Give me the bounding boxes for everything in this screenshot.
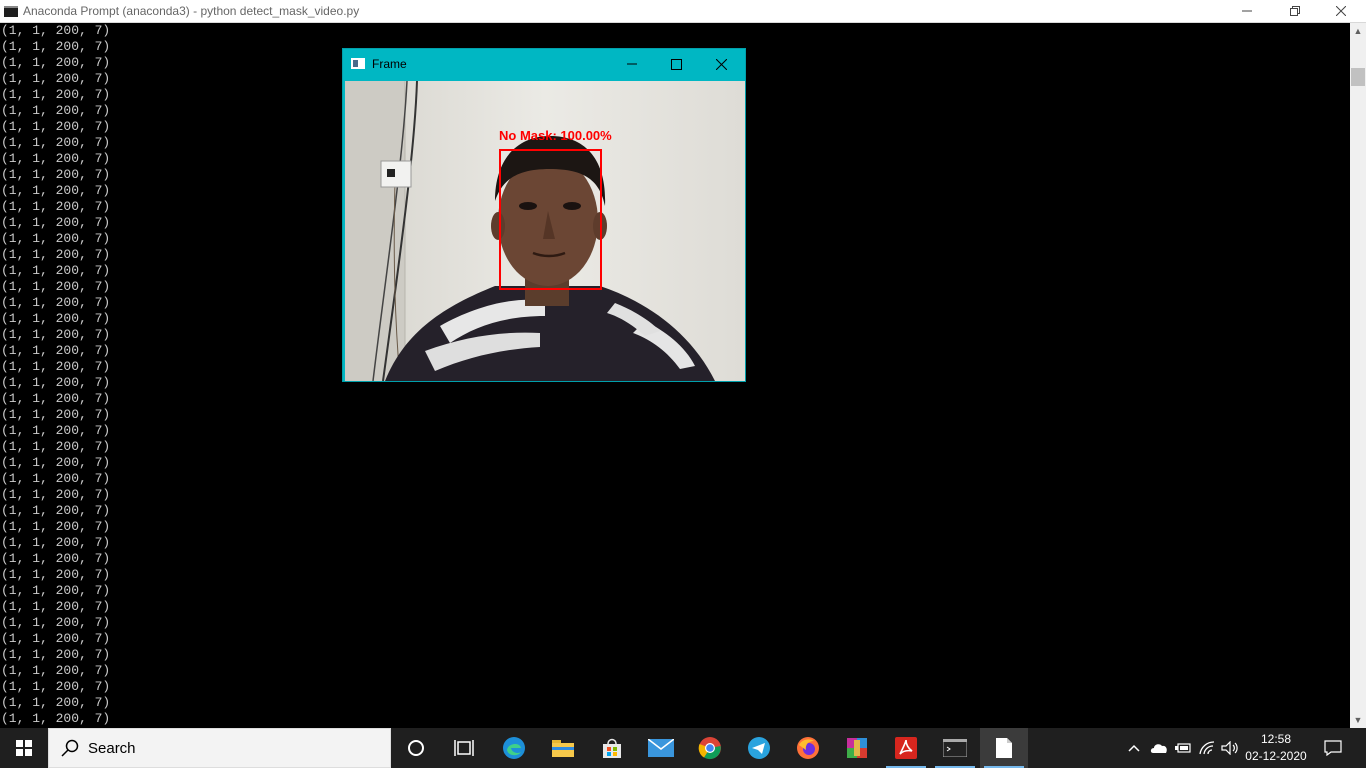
task-view-icon[interactable] xyxy=(440,728,488,768)
console-line: (1, 1, 200, 7) xyxy=(1,23,111,38)
close-button[interactable] xyxy=(1318,0,1364,22)
console-line: (1, 1, 200, 7) xyxy=(1,599,111,614)
taskbar: Search 12:58 02-12-2020 xyxy=(0,728,1366,768)
telegram-icon[interactable] xyxy=(735,728,783,768)
restore-button[interactable] xyxy=(1272,0,1318,22)
firefox-icon[interactable] xyxy=(784,728,832,768)
console-line: (1, 1, 200, 7) xyxy=(1,519,111,534)
search-icon xyxy=(61,739,79,757)
chrome-icon[interactable] xyxy=(686,728,734,768)
chevron-up-icon[interactable] xyxy=(1124,728,1144,768)
cortana-icon[interactable] xyxy=(392,728,440,768)
console-line: (1, 1, 200, 7) xyxy=(1,567,111,582)
console-line: (1, 1, 200, 7) xyxy=(1,615,111,630)
console-window-title: Anaconda Prompt (anaconda3) - python det… xyxy=(23,4,360,18)
opencv-frame-icon[interactable] xyxy=(980,728,1028,768)
edge-icon[interactable] xyxy=(490,728,538,768)
minimize-button[interactable] xyxy=(1224,0,1270,22)
console-line: (1, 1, 200, 7) xyxy=(1,647,111,662)
anaconda-prompt-icon[interactable] xyxy=(931,728,979,768)
console-line: (1, 1, 200, 7) xyxy=(1,471,111,486)
start-button[interactable] xyxy=(0,728,48,768)
console-line: (1, 1, 200, 7) xyxy=(1,631,111,646)
frame-maximize-button[interactable] xyxy=(654,49,699,79)
console-line: (1, 1, 200, 7) xyxy=(1,439,111,454)
console-line: (1, 1, 200, 7) xyxy=(1,663,111,678)
console-line: (1, 1, 200, 7) xyxy=(1,711,111,726)
console-line: (1, 1, 200, 7) xyxy=(1,423,111,438)
taskbar-search-box[interactable]: Search xyxy=(48,728,391,768)
frame-window[interactable]: Frame No Mask: 100.00% xyxy=(342,48,746,382)
console-line: (1, 1, 200, 7) xyxy=(1,695,111,710)
console-line: (1, 1, 200, 7) xyxy=(1,535,111,550)
wifi-icon[interactable] xyxy=(1197,728,1219,768)
file-explorer-icon[interactable] xyxy=(539,728,587,768)
console-line: (1, 1, 200, 7) xyxy=(1,583,111,598)
console-line: (1, 1, 200, 7) xyxy=(1,487,111,502)
console-line: (1, 1, 200, 7) xyxy=(1,407,111,422)
battery-icon[interactable] xyxy=(1172,728,1194,768)
face-bounding-box xyxy=(499,149,602,290)
console-titlebar[interactable]: Anaconda Prompt (anaconda3) - python det… xyxy=(0,0,1366,23)
acrobat-icon[interactable] xyxy=(882,728,930,768)
mail-icon[interactable] xyxy=(637,728,685,768)
microsoft-store-icon[interactable] xyxy=(588,728,636,768)
console-app-icon xyxy=(4,6,18,17)
winrar-icon[interactable] xyxy=(833,728,881,768)
console-line: (1, 1, 200, 7) xyxy=(1,503,111,518)
console-scrollbar[interactable]: ▲ ▼ xyxy=(1350,23,1366,728)
scroll-up-arrow[interactable]: ▲ xyxy=(1350,23,1366,39)
frame-minimize-button[interactable] xyxy=(609,49,654,79)
windows-logo-icon xyxy=(16,740,32,756)
console-line: (1, 1, 200, 7) xyxy=(1,455,111,470)
frame-window-title: Frame xyxy=(372,57,407,71)
frame-close-button[interactable] xyxy=(699,49,744,79)
webcam-video-feed: No Mask: 100.00% xyxy=(345,81,745,381)
frame-window-icon xyxy=(351,58,365,69)
clock-date: 02-12-2020 xyxy=(1245,749,1307,763)
console-line: (1, 1, 200, 7) xyxy=(1,391,111,406)
onedrive-icon[interactable] xyxy=(1148,728,1170,768)
console-line: (1, 1, 200, 7) xyxy=(1,679,111,694)
scroll-thumb[interactable] xyxy=(1351,68,1365,86)
console-line: (1, 1, 200, 7) xyxy=(1,551,111,566)
taskbar-clock[interactable]: 12:58 02-12-2020 xyxy=(1240,731,1312,765)
detection-label: No Mask: 100.00% xyxy=(499,128,612,143)
search-placeholder: Search xyxy=(88,740,136,757)
clock-time: 12:58 xyxy=(1260,732,1292,746)
notification-center-icon[interactable] xyxy=(1318,728,1348,768)
frame-titlebar[interactable]: Frame xyxy=(343,49,745,79)
scroll-down-arrow[interactable]: ▼ xyxy=(1350,712,1366,728)
volume-icon[interactable] xyxy=(1219,728,1241,768)
